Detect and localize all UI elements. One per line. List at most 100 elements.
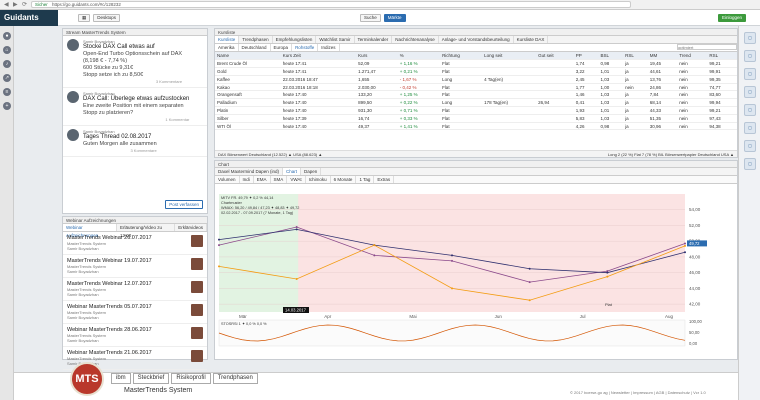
bottom-tab[interactable]: Risikoprofil [171, 373, 211, 384]
quotes-tab[interactable]: Anlage- und Vorstandsbeurteilung [439, 36, 514, 43]
table-row[interactable]: Silber heute 17:39 16,74 + 0,33 % Flat 5,83 1,… [215, 114, 737, 123]
column-header[interactable]: PP [573, 52, 599, 61]
table-row[interactable]: WTI Öl heute 17:40 49,37 + 1,41 % Flat 4,26 0,… [215, 122, 737, 131]
webinar-tab[interactable]: Erklärvideos [175, 224, 207, 231]
chart-tool[interactable]: Extras [374, 176, 395, 183]
post-button[interactable]: Post verfassen [165, 200, 203, 209]
widget-icon[interactable]: ▢ [744, 122, 756, 134]
quotes-tab[interactable]: Kursliste DAX [514, 36, 549, 43]
home-icon[interactable]: ⌂ [3, 46, 11, 54]
markets-button[interactable]: Märkte [383, 13, 406, 22]
quotes-tab[interactable]: Empfehlungslisten [273, 36, 317, 43]
table-row[interactable]: Platin heute 17:40 931,30 + 0,71 % Flat 1,93 1… [215, 106, 737, 115]
forward-icon[interactable]: ▶ [13, 2, 19, 8]
quotes-subtab[interactable]: Rohstoffe [292, 44, 319, 51]
webinar-item[interactable]: MasterTrends Webinar 26.07.2017 MasterTre… [63, 232, 207, 255]
webinar-item[interactable]: MasterTrends Webinar 12.07.2017 MasterTre… [63, 278, 207, 301]
quotes-subtab[interactable]: Indizes [318, 44, 340, 51]
post-title[interactable]: Stocke DAX Call etwas auf [83, 44, 182, 51]
post-meta[interactable]: 3 Kommentare [83, 79, 182, 84]
webinar-item[interactable]: Webinar MasterTrends 28.06.2017 MasterTre… [63, 324, 207, 347]
table-row[interactable]: Kakao 22.03.2016 18:18 2.030,00- 0,42 % Fla… [215, 83, 737, 92]
post-meta[interactable]: 3 Kommentare [83, 148, 156, 153]
chart-tool[interactable]: 1 Tag [356, 176, 375, 183]
column-header[interactable]: RSL [623, 52, 648, 61]
post-meta[interactable]: 1 Kommentar [83, 117, 189, 122]
quotes-tab[interactable]: Watchlist Samir [316, 36, 355, 43]
quotes-search-input[interactable] [677, 44, 737, 50]
column-header[interactable]: Kurs [356, 52, 398, 61]
widget-icon[interactable]: ▢ [744, 68, 756, 80]
bottom-tab[interactable]: ibm [111, 373, 131, 384]
chart-tool[interactable]: Ichimoku [306, 176, 331, 183]
quotes-subtab[interactable]: Deutschland [239, 44, 271, 51]
widget-icon[interactable]: ▢ [744, 158, 756, 170]
chart-tool[interactable]: Volumen [215, 176, 240, 183]
chart-tool[interactable]: VWAt [287, 176, 306, 183]
column-header[interactable]: Kurs Zeit [280, 52, 357, 61]
back-icon[interactable]: ◀ [4, 2, 10, 8]
desktop-button[interactable]: ▦ [78, 13, 91, 22]
stream-post[interactable]: Samir Boyadzhan Tages Thread 02.08.2017 Gu… [63, 126, 207, 157]
chart-icon[interactable]: ↗ [3, 74, 11, 82]
chart-tool[interactable]: 6 Monate [331, 176, 357, 183]
price-chart[interactable]: 54,00 52,00 50,00 48,00 46,00 44,00 42,00 Mär Ap… [215, 184, 737, 350]
table-cell: 97,43 [707, 114, 737, 123]
app-logo[interactable]: Guidants [0, 9, 58, 26]
stream-post[interactable]: Samir Boyadzhan Stocke DAX Call etwas auf… [63, 36, 207, 88]
quotes-tab[interactable]: Trendphasen [239, 36, 273, 43]
webinar-item[interactable]: MasterTrends Webinar 19.07.2017 MasterTre… [63, 255, 207, 278]
y-tick-label: 46,00 [689, 270, 701, 275]
widget-icon[interactable]: ▢ [744, 140, 756, 152]
chart-tab[interactable]: Dapen [301, 168, 322, 175]
column-header[interactable]: BSL [598, 52, 624, 61]
widget-icon[interactable]: ▢ [744, 50, 756, 62]
webinar-item[interactable]: Webinar MasterTrends 05.07.2017 MasterTre… [63, 301, 207, 324]
column-header[interactable]: Gut seit [536, 52, 574, 61]
quotes-subtab[interactable]: Amerika [215, 44, 239, 51]
column-header[interactable]: MM [647, 52, 678, 61]
table-row[interactable]: Kaffee 22.03.2016 18:47 1,655- 1,67 % Long 4… [215, 75, 737, 84]
column-header[interactable]: RSL [707, 52, 737, 61]
stream-post[interactable]: Samir Boyadzhan DAX Call: Überlege etwas … [63, 88, 207, 126]
plus-icon[interactable]: + [3, 102, 11, 110]
desktops-button[interactable]: Desktops [93, 13, 121, 22]
user-icon[interactable]: ● [3, 32, 11, 40]
quotes-subtab[interactable]: Europa [271, 44, 293, 51]
post-title[interactable]: Tages Thread 02.08.2017 [83, 134, 157, 141]
login-button[interactable]: Einloggen [717, 14, 746, 22]
bell-icon[interactable]: ♪ [3, 60, 11, 68]
table-row[interactable]: Gold heute 17:41 1.271,47 + 0,21 % Flat 3,22 1… [215, 67, 737, 76]
bottom-tab[interactable]: Trendphasen [212, 373, 258, 384]
chart-tab[interactable]: Daxel Maxtermind Dapen (ind) [215, 168, 284, 175]
chart-tab[interactable]: Chart [283, 168, 302, 175]
reload-icon[interactable]: ⟳ [22, 2, 28, 8]
app-header: Guidants ▦ Desktops Suche Märkte Einlogg… [0, 9, 760, 26]
webinar-tab[interactable]: Webinar Aufzeichnungen [63, 224, 117, 238]
table-row[interactable]: Brent Crude Öl heute 17:41 52,09 + 1,16 % Fl… [215, 59, 737, 69]
table-row[interactable]: Orangensaft heute 17:40 133,20 + 1,25 % Flat… [215, 90, 737, 100]
chart-tool[interactable]: EMA [254, 176, 271, 183]
table-row[interactable]: Palladium heute 17:40 899,50 + 0,22 % Long 17… [215, 98, 737, 108]
list-icon[interactable]: ≡ [3, 88, 11, 96]
widget-icon[interactable]: ▢ [744, 86, 756, 98]
chart-tool[interactable]: SMA [271, 176, 288, 183]
column-header[interactable]: % [397, 52, 441, 61]
webinar-tab[interactable]: Erläuterung/Video zu 12:00 [117, 224, 176, 238]
widget-icon[interactable]: ▢ [744, 32, 756, 44]
chart-tool[interactable]: Indi [240, 176, 254, 183]
url-bar[interactable]: Sicher https://go.guidants.com/#c/128232 [31, 1, 631, 8]
column-header[interactable]: Trend [677, 52, 708, 61]
quotes-tab[interactable]: Terminkalender [355, 36, 393, 43]
quotes-tab[interactable]: Nachrichtenanalyse [392, 36, 439, 43]
quotes-tab[interactable]: Kursliste [215, 36, 240, 43]
table-cell: 1,77 [573, 83, 599, 92]
search-button[interactable]: Suche [360, 13, 381, 22]
widget-icon[interactable]: ▢ [744, 104, 756, 116]
table-cell [482, 67, 537, 76]
column-header[interactable]: Long seit [482, 52, 537, 61]
post-title[interactable]: DAX Call: Überlege etwas aufzustocken [83, 96, 189, 103]
bottom-tab[interactable]: Steckbrief [132, 373, 170, 384]
column-header[interactable]: Richtung [440, 52, 483, 61]
column-header[interactable]: Name [215, 52, 281, 61]
